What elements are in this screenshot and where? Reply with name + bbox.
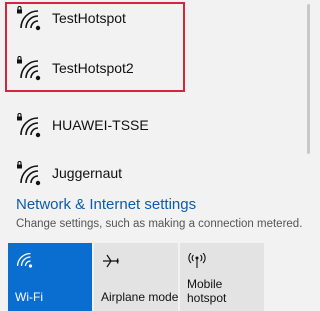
airplane-icon bbox=[103, 254, 119, 268]
mobile-hotspot-label-line2: hotspot bbox=[187, 291, 227, 305]
network-name: TestHotspot bbox=[52, 10, 126, 26]
wifi-secured-icon bbox=[17, 113, 41, 138]
wifi-secured-icon bbox=[17, 56, 41, 81]
network-settings-description: Change settings, such as making a connec… bbox=[16, 218, 303, 230]
mobile-hotspot-tile[interactable]: Mobile hotspot bbox=[180, 243, 264, 311]
wifi-icon bbox=[16, 253, 33, 268]
airplane-mode-label: Airplane mode bbox=[101, 290, 179, 304]
network-name: HUAWEI-TSSE bbox=[52, 117, 149, 133]
network-name: TestHotspot2 bbox=[52, 60, 134, 76]
network-item-testhotspot[interactable]: TestHotspot bbox=[0, 0, 304, 52]
network-list: TestHotspot TestHotspot2 HUAWEI-TSSE Jug… bbox=[0, 0, 304, 186]
network-name: Juggernaut bbox=[52, 165, 123, 181]
network-item-huawei-tsse[interactable]: HUAWEI-TSSE bbox=[0, 107, 304, 159]
wifi-label: Wi-Fi bbox=[15, 290, 43, 304]
wifi-toggle-tile[interactable]: Wi-Fi bbox=[8, 243, 92, 311]
mobile-hotspot-label-line1: Mobile bbox=[187, 277, 223, 291]
network-item-testhotspot2[interactable]: TestHotspot2 bbox=[0, 50, 304, 102]
wifi-secured-icon bbox=[17, 161, 41, 186]
airplane-mode-tile[interactable]: Airplane mode bbox=[94, 243, 178, 311]
mobile-hotspot-label: Mobile hotspot bbox=[187, 277, 226, 305]
hotspot-icon bbox=[188, 253, 206, 268]
wifi-secured-icon bbox=[17, 6, 41, 31]
network-settings-link[interactable]: Network & Internet settings bbox=[16, 196, 196, 213]
scrollbar-thumb[interactable] bbox=[307, 4, 310, 154]
network-item-juggernaut[interactable]: Juggernaut bbox=[0, 155, 304, 186]
